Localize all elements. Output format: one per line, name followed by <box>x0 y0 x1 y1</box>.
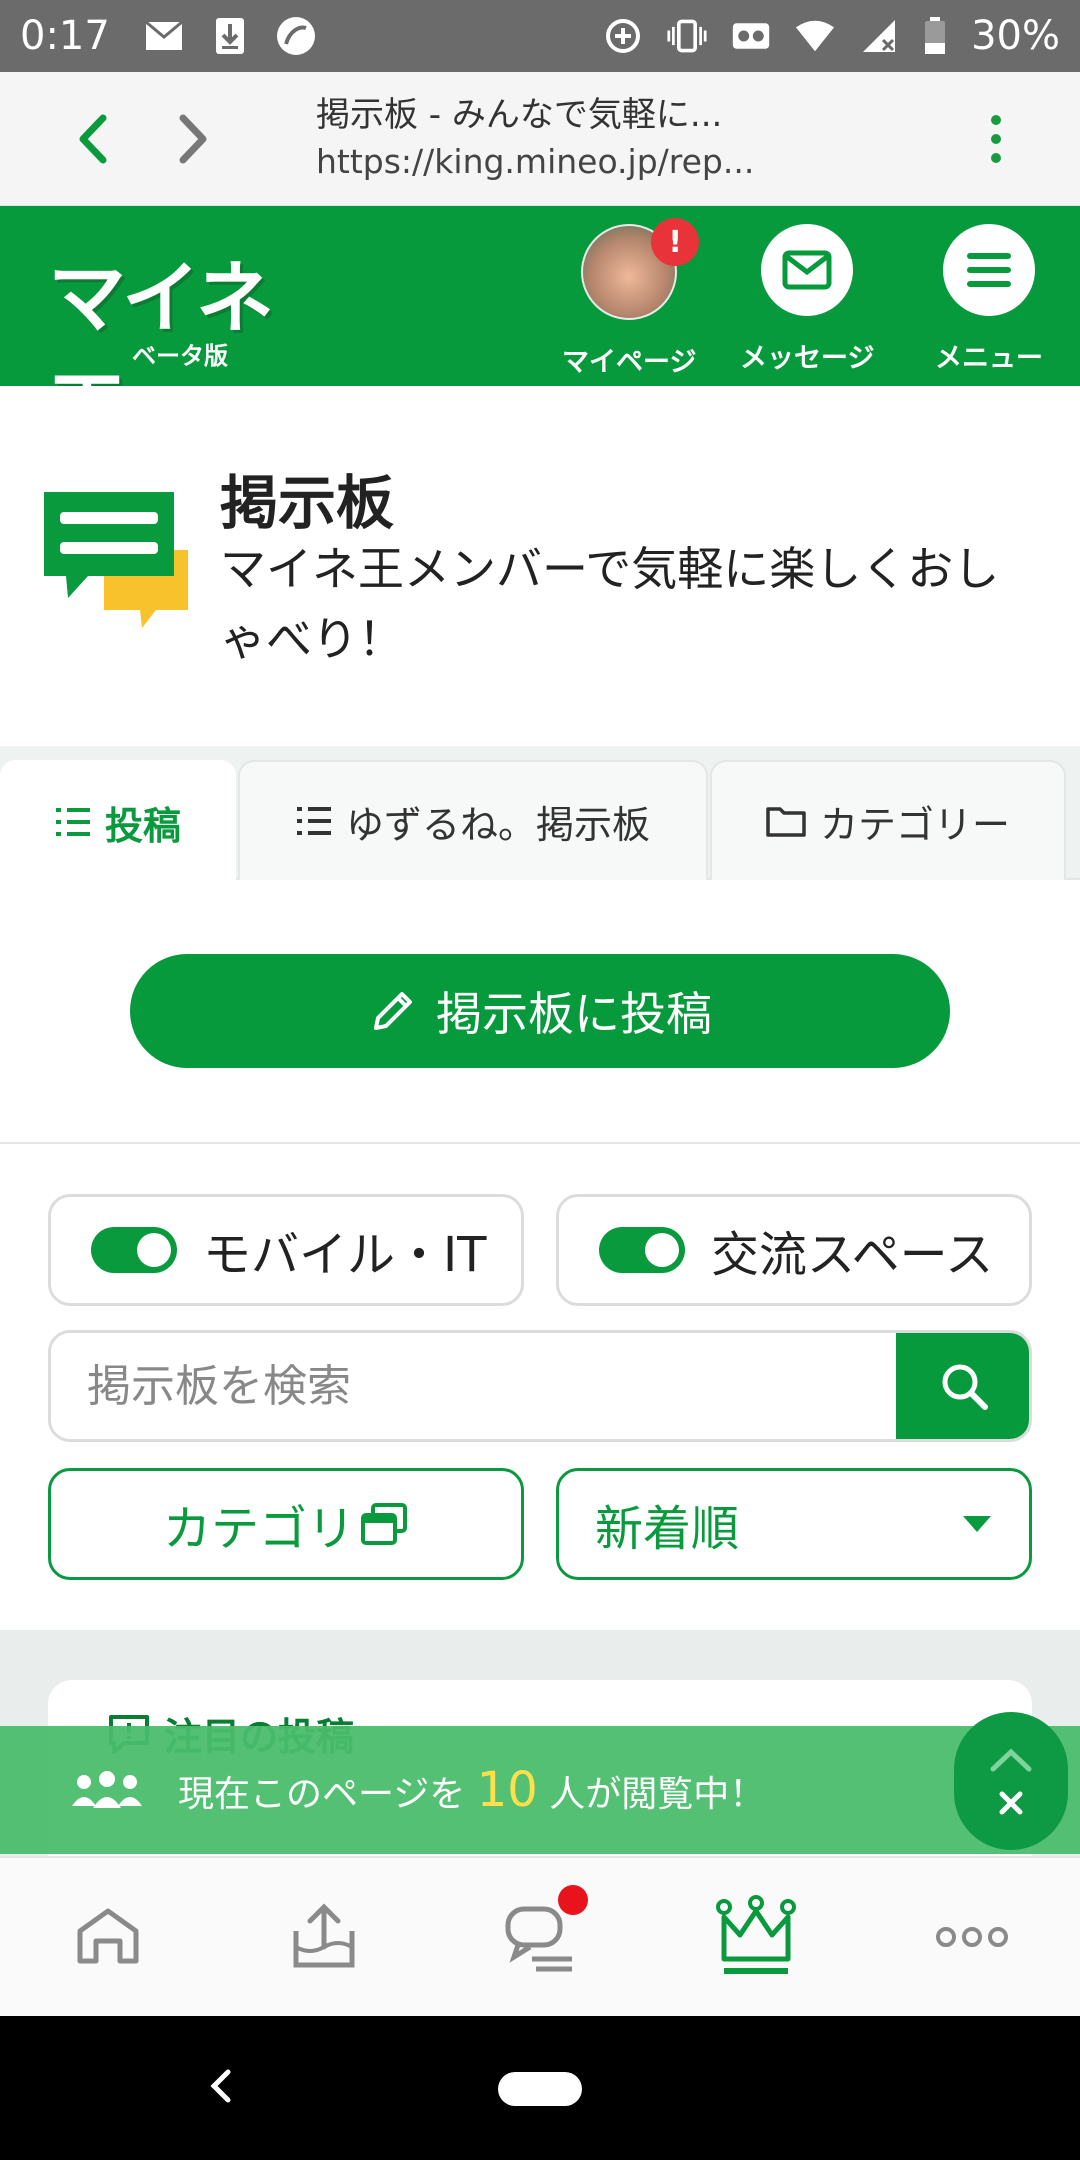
cast-icon <box>731 16 771 56</box>
notification-dot <box>558 1885 588 1915</box>
filter-panel: モバイル・IT 交流スペース カテゴリ 新着順 <box>0 1144 1080 1630</box>
battery-icon <box>923 16 947 56</box>
site-logo[interactable]: マイネ王 ベータ版 <box>48 236 308 456</box>
back-button[interactable] <box>48 94 138 184</box>
search-bar <box>48 1330 1032 1442</box>
mobile-it-toggle[interactable]: モバイル・IT <box>48 1194 524 1306</box>
toggle-switch[interactable] <box>599 1227 685 1273</box>
live-count: 10 <box>476 1762 538 1818</box>
sort-label: 新着順 <box>595 1501 740 1557</box>
vibrate-icon <box>667 16 707 56</box>
logo-beta: ベータ版 <box>132 342 228 370</box>
nav-upload[interactable] <box>264 1877 384 1997</box>
more-icon <box>936 1927 1008 1947</box>
screen: { "status_bar": { "time": "0:17", "batte… <box>0 0 1080 2160</box>
notification-badge: ! <box>651 218 700 266</box>
wifi-icon <box>795 16 835 56</box>
dot-icon <box>991 133 1001 144</box>
message-label: メッセージ <box>740 343 875 374</box>
nav-more[interactable] <box>912 1877 1032 1997</box>
app-icon <box>276 16 316 56</box>
nav-chat[interactable] <box>480 1877 600 1997</box>
hamburger-icon <box>967 253 1011 287</box>
system-nav-bar <box>0 2016 1080 2160</box>
page-url: https://king.mineo.jp/rep... <box>316 142 755 182</box>
page-title: 掲示板 - みんなで気軽に... <box>316 95 723 136</box>
upload-icon <box>293 1903 355 1968</box>
post-to-board-button[interactable]: 掲示板に投稿 <box>130 954 950 1068</box>
browser-toolbar: 掲示板 - みんなで気軽に... https://king.mineo.jp/r… <box>0 72 1080 206</box>
mypage-label: マイページ <box>562 347 697 378</box>
tab-category[interactable]: カテゴリー <box>710 760 1066 880</box>
live-viewers-banner: 現在このページを 10 人が閲覧中！ <box>0 1726 950 1854</box>
folder-icon <box>766 807 806 837</box>
live-suffix: 人が閲覧中！ <box>549 1774 766 1815</box>
live-viewers-text: 現在このページを 10 人が閲覧中！ <box>178 1762 765 1818</box>
people-icon <box>72 1771 142 1808</box>
board-intro: 掲示板 マイネ王メンバーで気軽に楽しくおしゃべり！ <box>0 386 1080 746</box>
tab-yuzurune[interactable]: ゆずるね。掲示板 <box>238 760 708 880</box>
post-section: 掲示板に投稿 <box>0 880 1080 1144</box>
scroll-top-button[interactable] <box>954 1712 1068 1850</box>
board-description: マイネ王メンバーで気軽に楽しくおしゃべり！ <box>220 542 1000 666</box>
crown-icon <box>716 1895 796 1974</box>
toggle-switch[interactable] <box>91 1227 177 1273</box>
tab-posts[interactable]: 投稿 <box>0 760 236 882</box>
data-saver-icon <box>603 16 643 56</box>
nav-home[interactable] <box>48 1877 168 1997</box>
nav-king[interactable] <box>696 1877 816 1997</box>
list-icon <box>296 807 331 835</box>
browser-menu-button[interactable] <box>966 94 1026 184</box>
tab-bar: 投稿 ゆずるね。掲示板 カテゴリー <box>0 746 1080 882</box>
home-icon <box>77 1908 139 1964</box>
download-icon <box>210 16 250 56</box>
envelope-icon <box>782 250 832 290</box>
search-button[interactable] <box>896 1333 1029 1439</box>
community-toggle[interactable]: 交流スペース <box>556 1194 1032 1306</box>
system-home-button[interactable] <box>498 2072 582 2106</box>
category-select-button[interactable]: カテゴリ <box>48 1468 524 1580</box>
status-time: 0:17 <box>20 13 110 59</box>
message-button[interactable]: メッセージ <box>740 224 874 375</box>
bottom-nav <box>0 1856 1080 2016</box>
close-icon[interactable] <box>999 1791 1023 1815</box>
message-icon-circle <box>761 224 854 316</box>
window-stack-icon <box>361 1503 407 1545</box>
list-icon <box>55 808 90 836</box>
dot-icon <box>991 114 1001 125</box>
chevron-right-icon <box>179 114 207 163</box>
category-label: カテゴリ <box>162 1501 355 1557</box>
tab-label: ゆずるね。掲示板 <box>345 802 650 847</box>
menu-icon-circle <box>943 224 1035 316</box>
sort-select[interactable]: 新着順 <box>556 1468 1032 1580</box>
menu-label: メニュー <box>935 343 1043 374</box>
chevron-up-icon <box>990 1748 1032 1772</box>
live-prefix: 現在このページを <box>178 1774 466 1815</box>
dot-icon <box>991 152 1001 163</box>
forward-button[interactable] <box>148 94 238 184</box>
status-bar: 0:17 30% <box>0 0 1080 72</box>
avatar: ! <box>581 218 700 320</box>
search-input[interactable] <box>51 1333 896 1439</box>
caret-down-icon <box>963 1516 991 1532</box>
pencil-icon <box>374 992 412 1030</box>
search-icon <box>942 1364 988 1410</box>
board-chat-icon <box>44 490 194 640</box>
battery-percent: 30% <box>971 13 1060 59</box>
url-bar[interactable]: 掲示板 - みんなで気軽に... https://king.mineo.jp/r… <box>316 95 966 181</box>
tab-label: 投稿 <box>104 803 181 848</box>
back-arrow-icon <box>210 2069 231 2103</box>
menu-button[interactable]: メニュー <box>935 224 1043 375</box>
site-header: マイネ王 ベータ版 ! マイページ メッセージ メニュー <box>0 206 1080 456</box>
post-button-label: 掲示板に投稿 <box>436 987 712 1041</box>
toggle-label: 交流スペース <box>711 1227 994 1283</box>
signal-icon <box>859 16 899 56</box>
system-back-button[interactable] <box>190 2056 250 2116</box>
tab-label: カテゴリー <box>819 802 1010 847</box>
chevron-left-icon <box>79 114 107 163</box>
board-title: 掲示板 <box>220 469 395 537</box>
mail-icon <box>144 16 184 56</box>
mypage-button[interactable]: ! マイページ <box>562 218 700 379</box>
toggle-label: モバイル・IT <box>203 1227 487 1283</box>
